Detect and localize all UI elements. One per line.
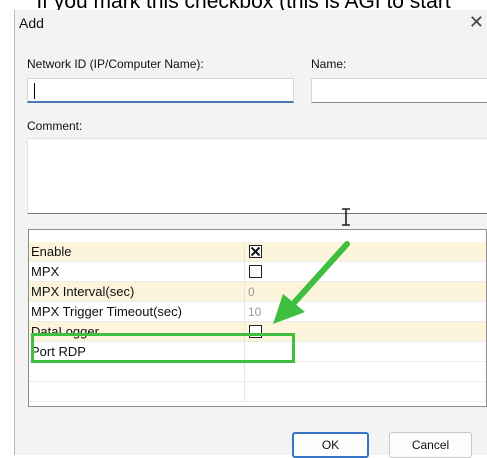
comment-label: Comment: <box>27 119 83 133</box>
grid-column-divider <box>244 242 245 261</box>
grid-column-divider <box>244 302 245 321</box>
grid-row-name: Enable <box>31 244 72 259</box>
dialog-title: Add <box>19 15 44 31</box>
grid-row[interactable] <box>29 382 486 402</box>
grid-row-name: MPX Trigger Timeout(sec) <box>31 304 182 319</box>
grid-column-divider <box>244 282 245 301</box>
comment-textarea[interactable] <box>27 138 487 214</box>
cancel-button[interactable]: Cancel <box>389 432 472 458</box>
name-label: Name: <box>311 57 347 71</box>
grid-row[interactable] <box>29 362 486 382</box>
ok-button[interactable]: OK <box>292 432 369 458</box>
grid-row-name: MPX Interval(sec) <box>31 284 135 299</box>
title-bar[interactable]: Add ✕ <box>15 10 487 37</box>
close-icon[interactable]: ✕ <box>469 12 484 32</box>
name-input[interactable] <box>311 78 487 103</box>
add-dialog: Add ✕ Network ID (IP/Computer Name): Nam… <box>14 10 487 458</box>
ibeam-cursor-icon <box>342 208 350 226</box>
grid-row-value[interactable]: 0 <box>248 285 255 299</box>
network-id-input[interactable] <box>27 78 294 103</box>
text-caret <box>34 83 35 99</box>
grid-column-divider <box>244 362 245 381</box>
green-arrow-icon <box>273 241 350 324</box>
grid-column-divider <box>244 262 245 281</box>
grid-row-name: MPX <box>31 264 60 279</box>
grid-column-divider <box>244 382 245 401</box>
network-id-label: Network ID (IP/Computer Name): <box>27 57 204 71</box>
